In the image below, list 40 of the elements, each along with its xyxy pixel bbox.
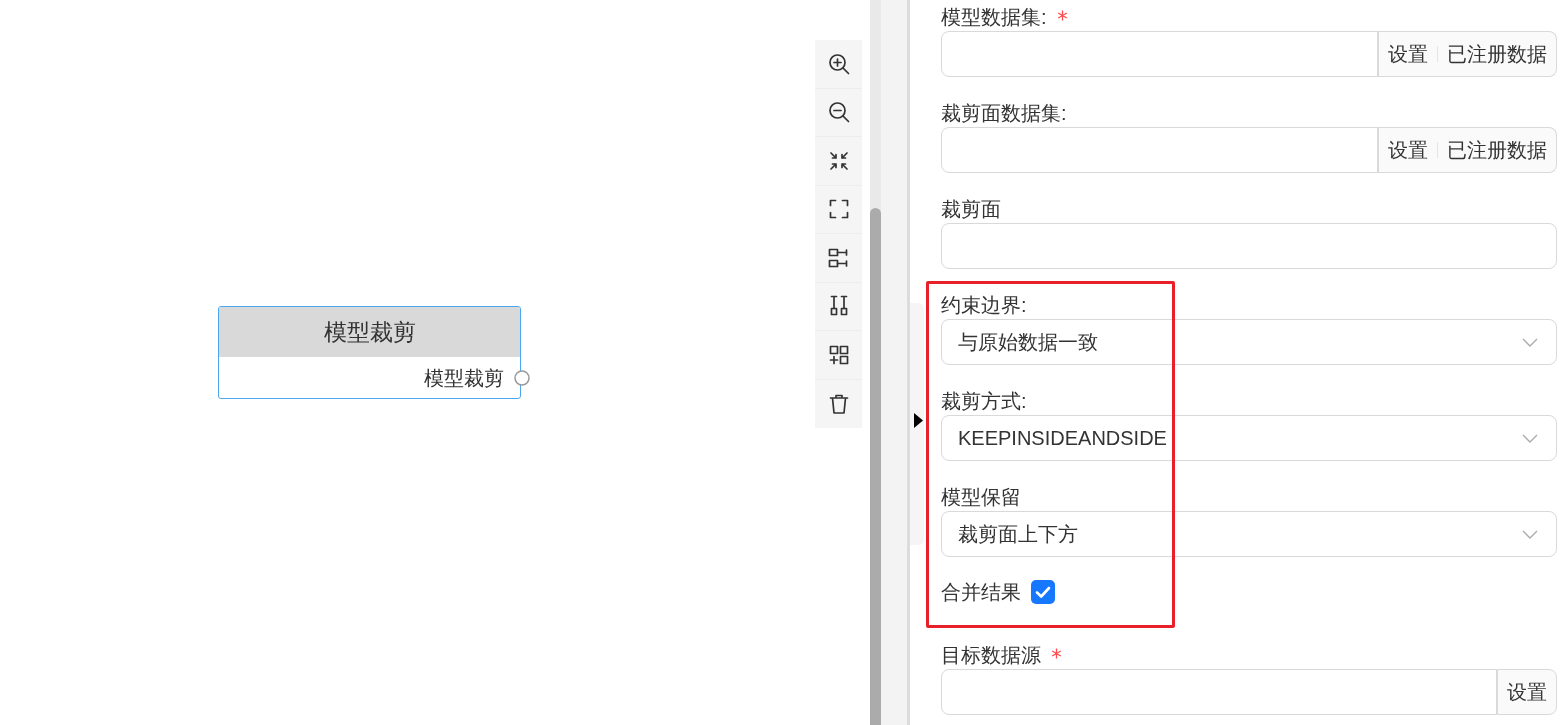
caret-right-icon xyxy=(914,412,923,428)
toolbar-button[interactable] xyxy=(815,282,862,331)
chevron-down-icon xyxy=(1522,337,1538,347)
select-field[interactable]: 裁剪面上下方 xyxy=(941,511,1557,557)
field-label: 约束边界: xyxy=(941,293,1027,318)
addon-button[interactable]: 设置 xyxy=(1497,669,1557,715)
port-label: 模型裁剪 xyxy=(424,366,504,390)
checkbox[interactable] xyxy=(1031,580,1055,604)
field-label: 模型数据集: xyxy=(941,5,1047,30)
input-field[interactable] xyxy=(941,127,1378,173)
chevron-down-icon xyxy=(1522,433,1538,443)
addon-button[interactable]: 已注册数据 xyxy=(1438,127,1557,173)
input-field[interactable] xyxy=(941,31,1378,77)
toolbar-button[interactable] xyxy=(815,234,862,283)
field-label: 模型保留 xyxy=(941,485,1021,510)
toolbar-button[interactable] xyxy=(815,88,862,137)
addon-button[interactable]: 已注册数据 xyxy=(1438,31,1557,77)
select-field[interactable]: 与原始数据一致 xyxy=(941,319,1557,365)
addon-button[interactable]: 设置 xyxy=(1378,31,1437,77)
node-header: 模型裁剪 xyxy=(219,307,520,357)
collapse-handle[interactable] xyxy=(910,303,924,545)
field-label: 目标数据源 xyxy=(941,643,1041,668)
input-field[interactable] xyxy=(941,669,1497,715)
select-field[interactable]: KEEPINSIDEANDSIDE xyxy=(941,415,1557,461)
input-field[interactable] xyxy=(941,223,1557,269)
addon-button[interactable]: 设置 xyxy=(1378,127,1437,173)
zoom-out-icon xyxy=(826,100,851,125)
field-label: 合并结果 xyxy=(941,580,1021,605)
field-label: 裁剪面数据集: xyxy=(941,101,1067,126)
toolbar-button[interactable] xyxy=(815,40,862,89)
toolbar-button[interactable] xyxy=(815,331,862,380)
scrollbar-thumb[interactable] xyxy=(870,208,881,725)
field-label: 裁剪面 xyxy=(941,197,1001,222)
toolbar-button[interactable] xyxy=(815,137,862,186)
port-icon[interactable] xyxy=(514,370,530,386)
node-card[interactable]: 模型裁剪 模型裁剪 xyxy=(218,306,521,399)
zoom-in-icon xyxy=(826,51,851,76)
field-label: 裁剪方式: xyxy=(941,389,1027,414)
chevron-down-icon xyxy=(1522,529,1538,539)
toolbar-button[interactable] xyxy=(815,379,862,428)
